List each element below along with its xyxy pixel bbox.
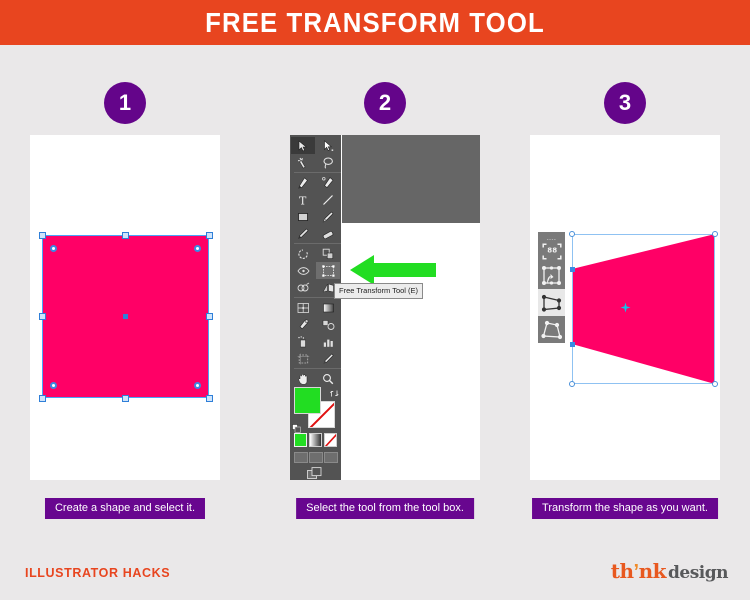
free-transform-widget[interactable]: 88	[538, 232, 565, 348]
step-3-panel: 3 88 Transform the shape as you want.	[505, 60, 745, 530]
handle-bottom-right[interactable]	[206, 395, 213, 402]
step-3-caption: Transform the shape as you want.	[532, 498, 718, 519]
column-graph-tool-icon[interactable]	[316, 333, 340, 350]
transform-handle-bottom-right[interactable]	[712, 381, 718, 387]
transform-handle-mid-left-top[interactable]	[570, 267, 575, 272]
handle-top-left[interactable]	[39, 232, 46, 239]
width-tool-icon[interactable]	[291, 262, 315, 279]
step-2-badge: 2	[364, 82, 406, 124]
anchor-bottom-right[interactable]	[194, 382, 201, 389]
step-2-caption: Select the tool from the tool box.	[296, 498, 474, 519]
eyedropper-tool-icon[interactable]	[291, 316, 315, 333]
artboard-tool-icon[interactable]	[291, 350, 315, 367]
svg-text:T: T	[299, 194, 307, 206]
draw-normal-mode[interactable]	[294, 452, 308, 463]
swatch-gradient[interactable]	[309, 433, 322, 447]
draw-inside-mode[interactable]	[324, 452, 338, 463]
shape-builder-tool-icon[interactable]	[291, 279, 315, 296]
svg-text:8: 8	[552, 246, 557, 254]
handle-middle-right[interactable]	[206, 313, 213, 320]
gradient-tool-icon[interactable]	[316, 299, 340, 316]
lasso-tool-icon[interactable]	[316, 154, 340, 171]
color-mode-swatches[interactable]	[294, 433, 338, 447]
illustrator-menu-area	[342, 135, 480, 223]
page-title: FREE TRANSFORM TOOL	[205, 7, 545, 38]
step-2-canvas: T Free Transform Tool (E)	[290, 135, 480, 480]
logo-part-th: th	[610, 559, 634, 583]
step-1-panel: 1 Create a shape and select it.	[5, 60, 245, 530]
line-segment-tool-icon[interactable]	[316, 191, 340, 208]
handle-bottom-left[interactable]	[39, 395, 46, 402]
swatch-color[interactable]	[294, 433, 307, 447]
anchor-top-left[interactable]	[50, 245, 57, 252]
pen-tool-icon[interactable]	[291, 174, 315, 191]
direct-selection-tool-icon[interactable]	[316, 137, 340, 154]
step-1-caption: Create a shape and select it.	[44, 498, 206, 519]
anchor-top-right[interactable]	[194, 245, 201, 252]
free-distort-button[interactable]	[538, 316, 565, 343]
think-design-logo: th’nk design	[610, 559, 729, 584]
page-header: FREE TRANSFORM TOOL	[0, 0, 750, 45]
drawing-mode-buttons[interactable]	[294, 452, 338, 463]
handle-top-center[interactable]	[122, 232, 129, 239]
step-1-canvas	[30, 135, 220, 480]
constrain-button[interactable]: 88	[538, 240, 565, 262]
perspective-distort-button[interactable]	[538, 289, 565, 316]
handle-bottom-center[interactable]	[122, 395, 129, 402]
draw-behind-mode[interactable]	[309, 452, 323, 463]
free-transform-tooltip: Free Transform Tool (E)	[334, 283, 424, 299]
magic-wand-tool-icon[interactable]	[291, 154, 315, 171]
rectangle-tool-icon[interactable]	[291, 208, 315, 225]
hand-tool-icon[interactable]	[291, 370, 315, 387]
transform-handle-top-right[interactable]	[712, 231, 718, 237]
transform-bounding-box	[572, 234, 715, 384]
transform-handle-top-left[interactable]	[569, 231, 575, 237]
step-2-panel: 2 T Free Transform Tool (E) Select the t…	[265, 60, 505, 530]
paintbrush-tool-icon[interactable]	[316, 208, 340, 225]
rotate-tool-icon[interactable]	[291, 245, 315, 262]
curvature-tool-icon[interactable]	[316, 174, 340, 191]
scale-tool-icon[interactable]	[316, 245, 340, 262]
free-transform-button[interactable]	[538, 262, 565, 289]
eraser-tool-icon[interactable]	[316, 225, 340, 242]
green-pointer-arrow	[350, 253, 436, 287]
step-1-badge: 1	[104, 82, 146, 124]
free-transform-tool-icon[interactable]	[316, 262, 340, 279]
logo-part-design: design	[668, 563, 728, 583]
mesh-tool-icon[interactable]	[291, 299, 315, 316]
illustrator-toolbar[interactable]: T	[290, 135, 341, 480]
blend-tool-icon[interactable]	[316, 316, 340, 333]
transform-center-point	[620, 302, 631, 313]
change-screen-mode-icon[interactable]	[307, 467, 323, 480]
step-3-canvas: 88	[530, 135, 720, 480]
swap-fill-stroke-icon[interactable]	[330, 385, 339, 403]
handle-top-right[interactable]	[206, 232, 213, 239]
footer-tagline: ILLUSTRATOR HACKS	[25, 566, 171, 580]
slice-tool-icon[interactable]	[316, 350, 340, 367]
type-tool-icon[interactable]: T	[291, 191, 315, 208]
transform-handle-bottom-left[interactable]	[569, 381, 575, 387]
widget-drag-grip[interactable]	[538, 232, 565, 243]
transform-handle-mid-left-bottom[interactable]	[570, 342, 575, 347]
step-3-badge: 3	[604, 82, 646, 124]
fill-color-swatch[interactable]	[294, 387, 321, 414]
anchor-bottom-left[interactable]	[50, 382, 57, 389]
swatch-none[interactable]	[324, 433, 337, 447]
handle-middle-left[interactable]	[39, 313, 46, 320]
shape-center-point	[123, 314, 128, 319]
logo-part-nk: nk	[638, 559, 667, 583]
selection-tool-icon[interactable]	[291, 137, 315, 154]
symbol-sprayer-tool-icon[interactable]	[291, 333, 315, 350]
pencil-tool-icon[interactable]	[291, 225, 315, 242]
